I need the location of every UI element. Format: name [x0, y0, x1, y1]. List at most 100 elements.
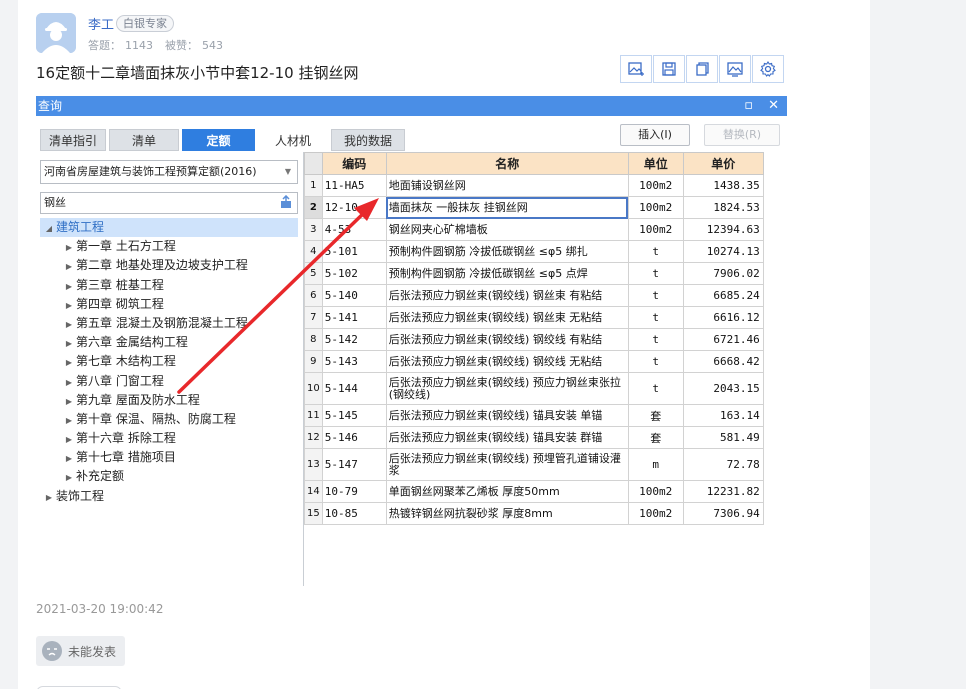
- cell-name[interactable]: 后张法预应力钢丝束(钢绞线) 预埋管孔道铺设灌浆: [385, 448, 629, 481]
- triangle-right-icon[interactable]: ▶: [62, 373, 76, 392]
- tree-item[interactable]: ▶ 第六章 金属结构工程: [40, 333, 298, 352]
- row-number[interactable]: 1: [304, 174, 323, 197]
- cell-unit[interactable]: t: [627, 372, 684, 405]
- table-row[interactable]: 11 5-145 后张法预应力钢丝束(钢绞线) 锚具安装 单锚套 163.14: [304, 404, 764, 427]
- cell-price[interactable]: 1824.53: [682, 196, 764, 219]
- table-row[interactable]: 9 5-143 后张法预应力钢丝束(钢绞线) 钢绞线 无粘结 t 6668.42: [304, 350, 764, 373]
- table-row[interactable]: 5 5-102 预制构件圆钢筋 冷拔低碳钢丝 ≤φ5 点焊 t 7906.02: [304, 262, 764, 285]
- search-icon[interactable]: [279, 195, 293, 209]
- cell-unit[interactable]: 100m2: [627, 502, 684, 525]
- tree-item[interactable]: ▶ 第三章 桩基工程: [40, 276, 298, 295]
- cell-name[interactable]: 后张法预应力钢丝束(钢绞线) 钢绞线 有粘结: [385, 328, 629, 351]
- cell-unit[interactable]: t: [627, 350, 684, 373]
- cell-code[interactable]: 5-147: [321, 448, 387, 481]
- cell-name[interactable]: 预制构件圆钢筋 冷拔低碳钢丝 ≤φ5 点焊: [385, 262, 629, 285]
- row-number[interactable]: 7: [304, 306, 323, 329]
- col-header-code[interactable]: 编码: [321, 152, 387, 175]
- tab-quota[interactable]: 定额: [182, 129, 255, 151]
- tree-item[interactable]: ▶ 第五章 混凝土及钢筋混凝土工程: [40, 314, 298, 333]
- table-row[interactable]: 6 5-140 后张法预应力钢丝束(钢绞线) 钢丝束 有粘结 t 6685.24: [304, 284, 764, 307]
- cell-unit[interactable]: m: [627, 448, 684, 481]
- tab-my-data[interactable]: 我的数据: [331, 129, 405, 151]
- cell-name[interactable]: 预制构件圆钢筋 冷拔低碳钢丝 ≤φ5 绑扎: [385, 240, 629, 263]
- table-row[interactable]: 2 12-10 墙面抹灰 一般抹灰 挂钢丝网 100m2 1824.53: [304, 196, 764, 219]
- cell-price[interactable]: 6721.46: [682, 328, 764, 351]
- triangle-right-icon[interactable]: ▶: [62, 353, 76, 372]
- search-input[interactable]: 钢丝: [40, 192, 298, 214]
- cell-code[interactable]: 10-85: [321, 502, 387, 525]
- cell-name[interactable]: 后张法预应力钢丝束(钢绞线) 钢丝束 无粘结: [385, 306, 629, 329]
- tree-item[interactable]: ▶ 第九章 屋面及防水工程: [40, 391, 298, 410]
- tree-item[interactable]: ▶ 第十七章 措施项目: [40, 448, 298, 467]
- row-number[interactable]: 11: [304, 404, 323, 427]
- row-number[interactable]: 9: [304, 350, 323, 373]
- table-row[interactable]: 13 5-147 后张法预应力钢丝束(钢绞线) 预埋管孔道铺设灌浆 m 72.78: [304, 448, 764, 481]
- status-badge[interactable]: 未能发表: [36, 636, 126, 666]
- cell-unit[interactable]: 100m2: [627, 174, 684, 197]
- row-number[interactable]: 14: [304, 480, 323, 503]
- row-number[interactable]: 6: [304, 284, 323, 307]
- cell-price[interactable]: 10274.13: [682, 240, 764, 263]
- triangle-down-icon[interactable]: ◢: [42, 219, 56, 238]
- cell-price[interactable]: 1438.35: [682, 174, 764, 197]
- close-icon[interactable]: ✕: [768, 96, 779, 116]
- image-edit-button[interactable]: [620, 55, 652, 83]
- table-row[interactable]: 8 5-142 后张法预应力钢丝束(钢绞线) 钢绞线 有粘结 t 6721.46: [304, 328, 764, 351]
- cell-unit[interactable]: 套: [627, 404, 684, 427]
- col-header-name[interactable]: 名称: [385, 152, 629, 175]
- cell-price[interactable]: 7306.94: [682, 502, 764, 525]
- cell-name[interactable]: 热镀锌钢丝网抗裂砂浆 厚度8mm: [385, 502, 629, 525]
- cell-name[interactable]: 钢丝网夹心矿棉墙板: [385, 218, 629, 241]
- save-button[interactable]: [653, 55, 685, 83]
- author-name[interactable]: 李工: [88, 14, 114, 33]
- cell-price[interactable]: 12231.82: [682, 480, 764, 503]
- image-button[interactable]: [719, 55, 751, 83]
- row-number[interactable]: 2: [304, 196, 323, 219]
- cell-price[interactable]: 581.49: [682, 426, 764, 449]
- cell-unit[interactable]: t: [627, 262, 684, 285]
- cell-code[interactable]: 11-HA5: [321, 174, 387, 197]
- cell-price[interactable]: 2043.15: [682, 372, 764, 405]
- insert-button[interactable]: 插入(I): [620, 124, 690, 146]
- cell-price[interactable]: 6668.42: [682, 350, 764, 373]
- cell-code[interactable]: 5-146: [321, 426, 387, 449]
- row-number[interactable]: 15: [304, 502, 323, 525]
- copy-button[interactable]: [686, 55, 718, 83]
- tree-item[interactable]: ▶ 第七章 木结构工程: [40, 352, 298, 371]
- cell-name[interactable]: 后张法预应力钢丝束(钢绞线) 锚具安装 群锚: [385, 426, 629, 449]
- replace-button[interactable]: 替换(R): [704, 124, 780, 146]
- table-row[interactable]: 3 4-53 钢丝网夹心矿棉墙板 100m2 12394.63: [304, 218, 764, 241]
- cell-unit[interactable]: t: [627, 306, 684, 329]
- triangle-right-icon[interactable]: ▶: [62, 296, 76, 315]
- triangle-right-icon[interactable]: ▶: [62, 392, 76, 411]
- avatar[interactable]: [36, 13, 76, 53]
- triangle-right-icon[interactable]: ▶: [62, 430, 76, 449]
- cell-unit[interactable]: 100m2: [627, 218, 684, 241]
- cell-name[interactable]: 单面钢丝网聚苯乙烯板 厚度50mm: [385, 480, 629, 503]
- triangle-right-icon[interactable]: ▶: [62, 411, 76, 430]
- table-row[interactable]: 12 5-146 后张法预应力钢丝束(钢绞线) 锚具安装 群锚套 581.49: [304, 426, 764, 449]
- col-header-price[interactable]: 单价: [682, 152, 764, 175]
- tab-list-guide[interactable]: 清单指引: [40, 129, 106, 151]
- cell-unit[interactable]: 100m2: [627, 480, 684, 503]
- cell-name[interactable]: 后张法预应力钢丝束(钢绞线) 钢绞线 无粘结: [385, 350, 629, 373]
- cell-name[interactable]: 后张法预应力钢丝束(钢绞线) 锚具安装 单锚: [385, 404, 629, 427]
- cell-code[interactable]: 4-53: [321, 218, 387, 241]
- row-number[interactable]: 4: [304, 240, 323, 263]
- row-number[interactable]: 12: [304, 426, 323, 449]
- cell-unit[interactable]: t: [627, 328, 684, 351]
- cell-unit[interactable]: 100m2: [627, 196, 684, 219]
- table-row[interactable]: 14 10-79 单面钢丝网聚苯乙烯板 厚度50mm 100m2 12231.82: [304, 480, 764, 503]
- table-row[interactable]: 4 5-101 预制构件圆钢筋 冷拔低碳钢丝 ≤φ5 绑扎 t 10274.13: [304, 240, 764, 263]
- cell-price[interactable]: 72.78: [682, 448, 764, 481]
- cell-name[interactable]: 后张法预应力钢丝束(钢绞线) 钢丝束 有粘结: [385, 284, 629, 307]
- tree-item[interactable]: ▶ 第一章 土石方工程: [40, 237, 298, 256]
- tree-item[interactable]: ▶ 第二章 地基处理及边坡支护工程: [40, 256, 298, 275]
- cell-code[interactable]: 5-101: [321, 240, 387, 263]
- triangle-right-icon[interactable]: ▶: [42, 488, 56, 507]
- cell-name[interactable]: 墙面抹灰 一般抹灰 挂钢丝网: [385, 196, 629, 219]
- row-number[interactable]: 5: [304, 262, 323, 285]
- triangle-right-icon[interactable]: ▶: [62, 277, 76, 296]
- cell-code[interactable]: 5-102: [321, 262, 387, 285]
- triangle-right-icon[interactable]: ▶: [62, 238, 76, 257]
